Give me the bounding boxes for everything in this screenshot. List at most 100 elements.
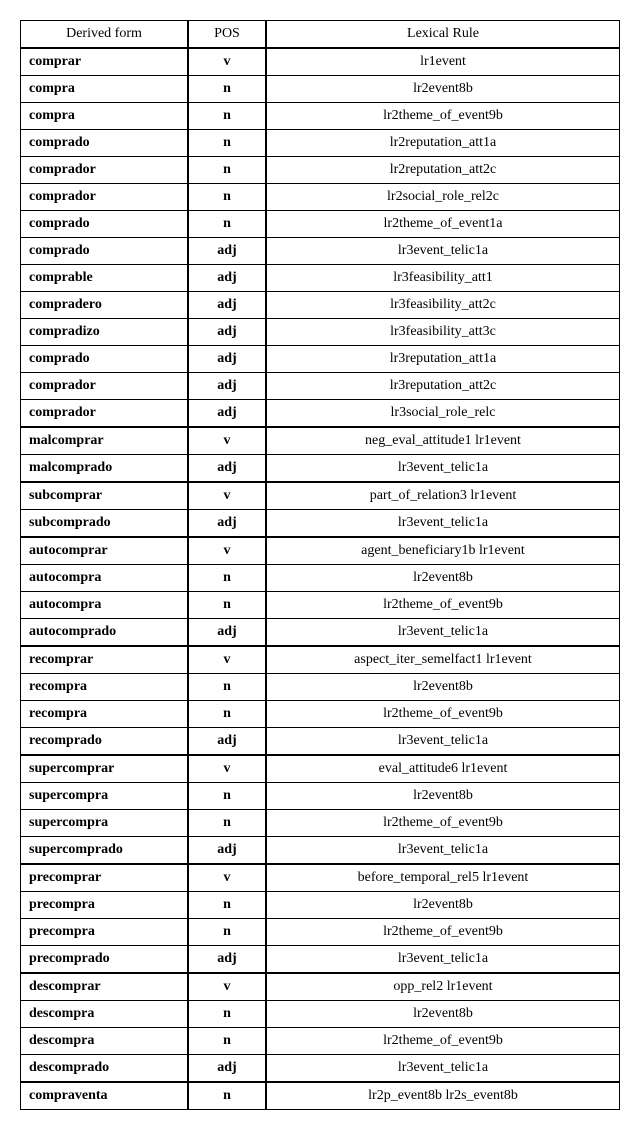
cell-derived-form: comprador <box>21 157 189 184</box>
cell-lexical-rule: lr2social_role_rel2c <box>266 184 620 211</box>
cell-derived-form: comprado <box>21 130 189 157</box>
table-row: recompranlr2theme_of_event9b <box>21 701 620 728</box>
table-row: supercompranlr2event8b <box>21 783 620 810</box>
table-row: comprarvlr1event <box>21 48 620 76</box>
cell-lexical-rule: lr3event_telic1a <box>266 837 620 865</box>
cell-pos: adj <box>188 837 266 865</box>
table-row: subcomprarvpart_of_relation3 lr1event <box>21 482 620 510</box>
cell-derived-form: supercompra <box>21 810 189 837</box>
cell-derived-form: descomprar <box>21 973 189 1001</box>
cell-derived-form: supercompra <box>21 783 189 810</box>
header-row: Derived form POS Lexical Rule <box>21 21 620 49</box>
cell-derived-form: precompra <box>21 919 189 946</box>
cell-pos: n <box>188 783 266 810</box>
cell-lexical-rule: lr2theme_of_event9b <box>266 103 620 130</box>
cell-lexical-rule: lr3event_telic1a <box>266 1055 620 1083</box>
table-row: compranlr2theme_of_event9b <box>21 103 620 130</box>
cell-pos: v <box>188 755 266 783</box>
cell-pos: n <box>188 130 266 157</box>
table-row: malcomprarvneg_eval_attitude1 lr1event <box>21 427 620 455</box>
cell-pos: n <box>188 892 266 919</box>
cell-pos: adj <box>188 319 266 346</box>
lexical-rule-table: Derived form POS Lexical Rule comprarvlr… <box>20 20 620 1110</box>
cell-lexical-rule: lr2reputation_att2c <box>266 157 620 184</box>
cell-derived-form: comprar <box>21 48 189 76</box>
cell-lexical-rule: opp_rel2 lr1event <box>266 973 620 1001</box>
cell-lexical-rule: neg_eval_attitude1 lr1event <box>266 427 620 455</box>
cell-pos: n <box>188 103 266 130</box>
cell-pos: n <box>188 76 266 103</box>
cell-lexical-rule: lr3feasibility_att3c <box>266 319 620 346</box>
cell-pos: adj <box>188 455 266 483</box>
table-row: compraderoadjlr3feasibility_att2c <box>21 292 620 319</box>
table-row: precompranlr2event8b <box>21 892 620 919</box>
cell-derived-form: descomprado <box>21 1055 189 1083</box>
cell-pos: v <box>188 427 266 455</box>
table-row: descompranlr2event8b <box>21 1001 620 1028</box>
cell-derived-form: recompra <box>21 701 189 728</box>
cell-lexical-rule: lr3feasibility_att1 <box>266 265 620 292</box>
table-row: recomprarvaspect_iter_semelfact1 lr1even… <box>21 646 620 674</box>
cell-derived-form: precompra <box>21 892 189 919</box>
cell-derived-form: precomprado <box>21 946 189 974</box>
cell-derived-form: descompra <box>21 1028 189 1055</box>
cell-pos: adj <box>188 619 266 647</box>
cell-derived-form: compra <box>21 76 189 103</box>
table-row: compradoadjlr3reputation_att1a <box>21 346 620 373</box>
cell-derived-form: malcomprado <box>21 455 189 483</box>
cell-pos: n <box>188 184 266 211</box>
cell-pos: v <box>188 973 266 1001</box>
cell-lexical-rule: lr2p_event8b lr2s_event8b <box>266 1082 620 1110</box>
cell-derived-form: comprado <box>21 238 189 265</box>
cell-pos: n <box>188 810 266 837</box>
cell-lexical-rule: lr3event_telic1a <box>266 946 620 974</box>
cell-pos: adj <box>188 346 266 373</box>
cell-lexical-rule: lr3event_telic1a <box>266 728 620 756</box>
table-row: precompradoadjlr3event_telic1a <box>21 946 620 974</box>
cell-pos: n <box>188 1001 266 1028</box>
table-row: precomprarvbefore_temporal_rel5 lr1event <box>21 864 620 892</box>
cell-lexical-rule: lr2theme_of_event9b <box>266 810 620 837</box>
cell-derived-form: autocompra <box>21 565 189 592</box>
table-row: recompradoadjlr3event_telic1a <box>21 728 620 756</box>
cell-lexical-rule: lr3event_telic1a <box>266 455 620 483</box>
cell-derived-form: recomprar <box>21 646 189 674</box>
cell-derived-form: subcomprado <box>21 510 189 538</box>
cell-lexical-rule: lr2event8b <box>266 1001 620 1028</box>
header-lexical-rule: Lexical Rule <box>266 21 620 49</box>
cell-derived-form: precomprar <box>21 864 189 892</box>
cell-pos: adj <box>188 265 266 292</box>
table-row: compradizoadjlr3feasibility_att3c <box>21 319 620 346</box>
cell-derived-form: supercomprar <box>21 755 189 783</box>
cell-pos: v <box>188 48 266 76</box>
cell-pos: n <box>188 919 266 946</box>
table-row: compradornlr2social_role_rel2c <box>21 184 620 211</box>
cell-lexical-rule: lr2event8b <box>266 565 620 592</box>
table-row: compradoradjlr3social_role_relc <box>21 400 620 428</box>
cell-pos: adj <box>188 510 266 538</box>
cell-lexical-rule: lr2event8b <box>266 674 620 701</box>
cell-derived-form: supercomprado <box>21 837 189 865</box>
table-row: compradonlr2theme_of_event1a <box>21 211 620 238</box>
cell-pos: n <box>188 211 266 238</box>
cell-pos: n <box>188 1082 266 1110</box>
cell-lexical-rule: part_of_relation3 lr1event <box>266 482 620 510</box>
cell-lexical-rule: lr3event_telic1a <box>266 510 620 538</box>
table-row: compradornlr2reputation_att2c <box>21 157 620 184</box>
cell-derived-form: autocomprado <box>21 619 189 647</box>
table-row: comprableadjlr3feasibility_att1 <box>21 265 620 292</box>
table-row: descompradoadjlr3event_telic1a <box>21 1055 620 1083</box>
cell-derived-form: descompra <box>21 1001 189 1028</box>
table-body: comprarvlr1eventcompranlr2event8bcompran… <box>21 48 620 1110</box>
table-row: autocompranlr2event8b <box>21 565 620 592</box>
cell-lexical-rule: agent_beneficiary1b lr1event <box>266 537 620 565</box>
cell-lexical-rule: eval_attitude6 lr1event <box>266 755 620 783</box>
cell-pos: n <box>188 565 266 592</box>
table-row: autocomprarvagent_beneficiary1b lr1event <box>21 537 620 565</box>
cell-pos: n <box>188 157 266 184</box>
cell-derived-form: autocompra <box>21 592 189 619</box>
cell-derived-form: malcomprar <box>21 427 189 455</box>
cell-pos: adj <box>188 373 266 400</box>
cell-lexical-rule: lr2theme_of_event1a <box>266 211 620 238</box>
cell-derived-form: compraventa <box>21 1082 189 1110</box>
